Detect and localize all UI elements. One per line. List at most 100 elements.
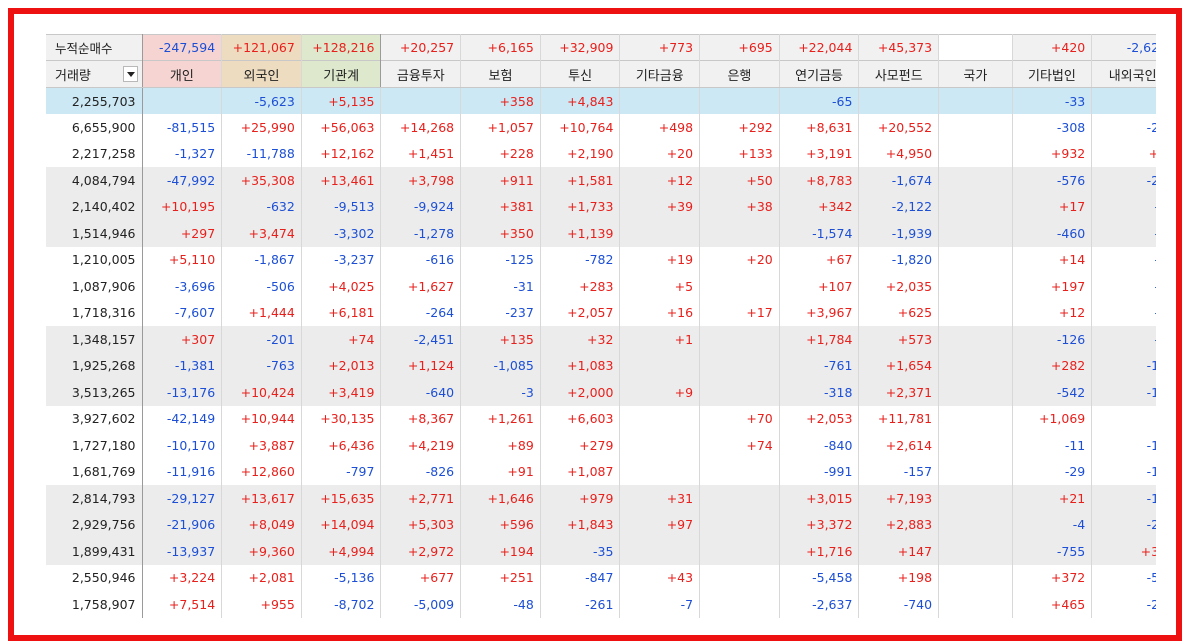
table-row[interactable]: 1,718,316 -7,607 +1,444 +6,181 -264 -237 +2,05… <box>46 299 1156 326</box>
net-buy-cell <box>619 352 701 379</box>
net-buy-cell: +10,195 <box>142 193 223 220</box>
table-row[interactable]: 2,550,946 +3,224 +2,081 -5,136 +677 +251 -847 +… <box>46 564 1156 591</box>
net-buy-cell: +283 <box>540 273 621 300</box>
table-row[interactable]: 2,814,793 -29,127 +13,617 +15,635 +2,771 +1,6… <box>46 485 1156 512</box>
net-buy-cell <box>699 326 780 353</box>
net-buy-cell <box>619 87 701 114</box>
net-buy-cell: -23 <box>1091 114 1156 141</box>
volume-cell: 1,727,180 <box>46 432 143 459</box>
net-buy-cell: -5,136 <box>301 564 382 591</box>
table-row[interactable]: 4,084,794 -47,992 +35,308 +13,461 +3,798 +911… <box>46 167 1156 194</box>
column-header[interactable]: 기관계 <box>301 60 382 88</box>
cumulative-cell: +128,216 <box>301 34 382 61</box>
column-header[interactable]: 내외국인 <box>1091 60 1156 88</box>
net-buy-cell: -3,696 <box>142 273 223 300</box>
net-buy-cell: -125 <box>460 246 541 273</box>
table-row[interactable]: 1,758,907 +7,514 +955 -8,702 -5,009 -48 -261 -7… <box>46 591 1156 618</box>
table-row[interactable]: 1,727,180 -10,170 +3,887 +6,436 +4,219 +89 +27… <box>46 432 1156 459</box>
net-buy-cell: -42,149 <box>142 405 223 432</box>
net-buy-cell: -7 <box>619 591 701 618</box>
cumulative-net-buy-row: 누적순매수 -247,594 +121,067 +128,216 +20,257 +6,1… <box>46 34 1156 61</box>
volume-cell: 1,718,316 <box>46 299 143 326</box>
net-buy-cell <box>380 87 462 114</box>
net-buy-cell: +2,190 <box>540 140 621 167</box>
net-buy-cell: -201 <box>221 326 302 353</box>
net-buy-cell: +251 <box>460 564 541 591</box>
column-header[interactable]: 개인 <box>142 60 223 88</box>
net-buy-cell: +2,771 <box>380 485 462 512</box>
column-header[interactable]: 투신 <box>540 60 621 88</box>
net-buy-cell: +198 <box>858 564 940 591</box>
table-row[interactable]: 6,655,900 -81,515 +25,990 +56,063 +14,268 +1,… <box>46 114 1156 141</box>
column-header[interactable]: 기타금융 <box>619 60 701 88</box>
table-row[interactable]: 1,348,157 +307 -201 +74 -2,451 +135 +32 +1 +1,78… <box>46 326 1156 353</box>
column-header[interactable]: 연기금등 <box>779 60 860 88</box>
net-buy-cell: +3,887 <box>221 432 302 459</box>
column-header[interactable]: 보험 <box>460 60 541 88</box>
net-buy-cell: +12,860 <box>221 458 302 485</box>
column-header[interactable]: 국가 <box>938 60 1013 88</box>
net-buy-cell: +7,514 <box>142 591 223 618</box>
net-buy-cell: +228 <box>460 140 541 167</box>
table-row[interactable]: 2,929,756 -21,906 +8,049 +14,094 +5,303 +596 +… <box>46 511 1156 538</box>
net-buy-cell: +1,087 <box>540 458 621 485</box>
net-buy-cell: +3,474 <box>221 220 302 247</box>
net-buy-cell: +3,798 <box>380 167 462 194</box>
table-row[interactable]: 2,140,402 +10,195 -632 -9,513 -9,924 +381 +1,7… <box>46 193 1156 220</box>
net-buy-cell: +1,646 <box>460 485 541 512</box>
column-header[interactable]: 금융투자 <box>380 60 462 88</box>
column-header[interactable]: 외국인 <box>221 60 302 88</box>
net-buy-cell: +1,627 <box>380 273 462 300</box>
investor-trading-grid: 누적순매수 -247,594 +121,067 +128,216 +20,257 +6,1… <box>46 34 1156 634</box>
net-buy-cell <box>699 511 780 538</box>
net-buy-cell <box>619 538 701 565</box>
table-row[interactable]: 3,513,265 -13,176 +10,424 +3,419 -640 -3 +2,00… <box>46 379 1156 406</box>
net-buy-cell: -13,937 <box>142 538 223 565</box>
net-buy-cell: +43 <box>619 564 701 591</box>
net-buy-cell: +955 <box>221 591 302 618</box>
net-buy-cell: -3,237 <box>301 246 382 273</box>
net-buy-cell: +4,994 <box>301 538 382 565</box>
table-row[interactable]: 1,899,431 -13,937 +9,360 +4,994 +2,972 +194 -3… <box>46 538 1156 565</box>
table-row[interactable]: 1,514,946 +297 +3,474 -3,302 -1,278 +350 +1,13… <box>46 220 1156 247</box>
column-header[interactable]: 사모펀드 <box>858 60 940 88</box>
net-buy-cell: +2 <box>1091 140 1156 167</box>
cumulative-cell: +695 <box>699 34 780 61</box>
table-row-selected[interactable]: 2,255,703 -5,623 +5,135 +358 +4,843 -65 -33 <box>46 87 1156 114</box>
cumulative-cell: +773 <box>619 34 701 61</box>
net-buy-cell: +2,972 <box>380 538 462 565</box>
net-buy-cell <box>699 273 780 300</box>
table-row[interactable]: 1,210,005 +5,110 -1,867 -3,237 -616 -125 -782 +… <box>46 246 1156 273</box>
table-row[interactable]: 1,087,906 -3,696 -506 +4,025 +1,627 -31 +283 +5… <box>46 273 1156 300</box>
net-buy-cell: -261 <box>540 591 621 618</box>
net-buy-cell <box>938 379 1013 406</box>
net-buy-cell: +2,057 <box>540 299 621 326</box>
net-buy-cell <box>938 564 1013 591</box>
net-buy-cell <box>699 591 780 618</box>
net-buy-cell: +2,053 <box>779 405 860 432</box>
volume-cell: 1,210,005 <box>46 246 143 273</box>
net-buy-cell <box>938 167 1013 194</box>
table-row[interactable]: 1,681,769 -11,916 +12,860 -797 -826 +91 +1,087… <box>46 458 1156 485</box>
table-row[interactable]: 3,927,602 -42,149 +10,944 +30,135 +8,367 +1,2… <box>46 405 1156 432</box>
column-header[interactable]: 기타법인 <box>1012 60 1093 88</box>
net-buy-cell <box>938 220 1013 247</box>
net-buy-cell: +1,654 <box>858 352 940 379</box>
net-buy-cell: +1,083 <box>540 352 621 379</box>
net-buy-cell: -23 <box>1091 591 1156 618</box>
net-buy-cell: +307 <box>142 326 223 353</box>
net-buy-cell: -542 <box>1012 379 1093 406</box>
dropdown-arrow-icon[interactable] <box>122 66 138 82</box>
net-buy-cell: +30,135 <box>301 405 382 432</box>
table-row[interactable]: 2,217,258 -1,327 -11,788 +12,162 +1,451 +228 +… <box>46 140 1156 167</box>
column-header[interactable]: 은행 <box>699 60 780 88</box>
net-buy-cell: -11,788 <box>221 140 302 167</box>
net-buy-cell: +5,110 <box>142 246 223 273</box>
net-buy-cell: -2 <box>1091 273 1156 300</box>
table-row[interactable]: 1,925,268 -1,381 -763 +2,013 +1,124 -1,085 +1,… <box>46 352 1156 379</box>
volume-cell: 4,084,794 <box>46 167 143 194</box>
column-header[interactable]: 거래량 <box>46 60 143 88</box>
net-buy-cell <box>938 432 1013 459</box>
net-buy-cell <box>858 87 940 114</box>
net-buy-cell: -13,176 <box>142 379 223 406</box>
